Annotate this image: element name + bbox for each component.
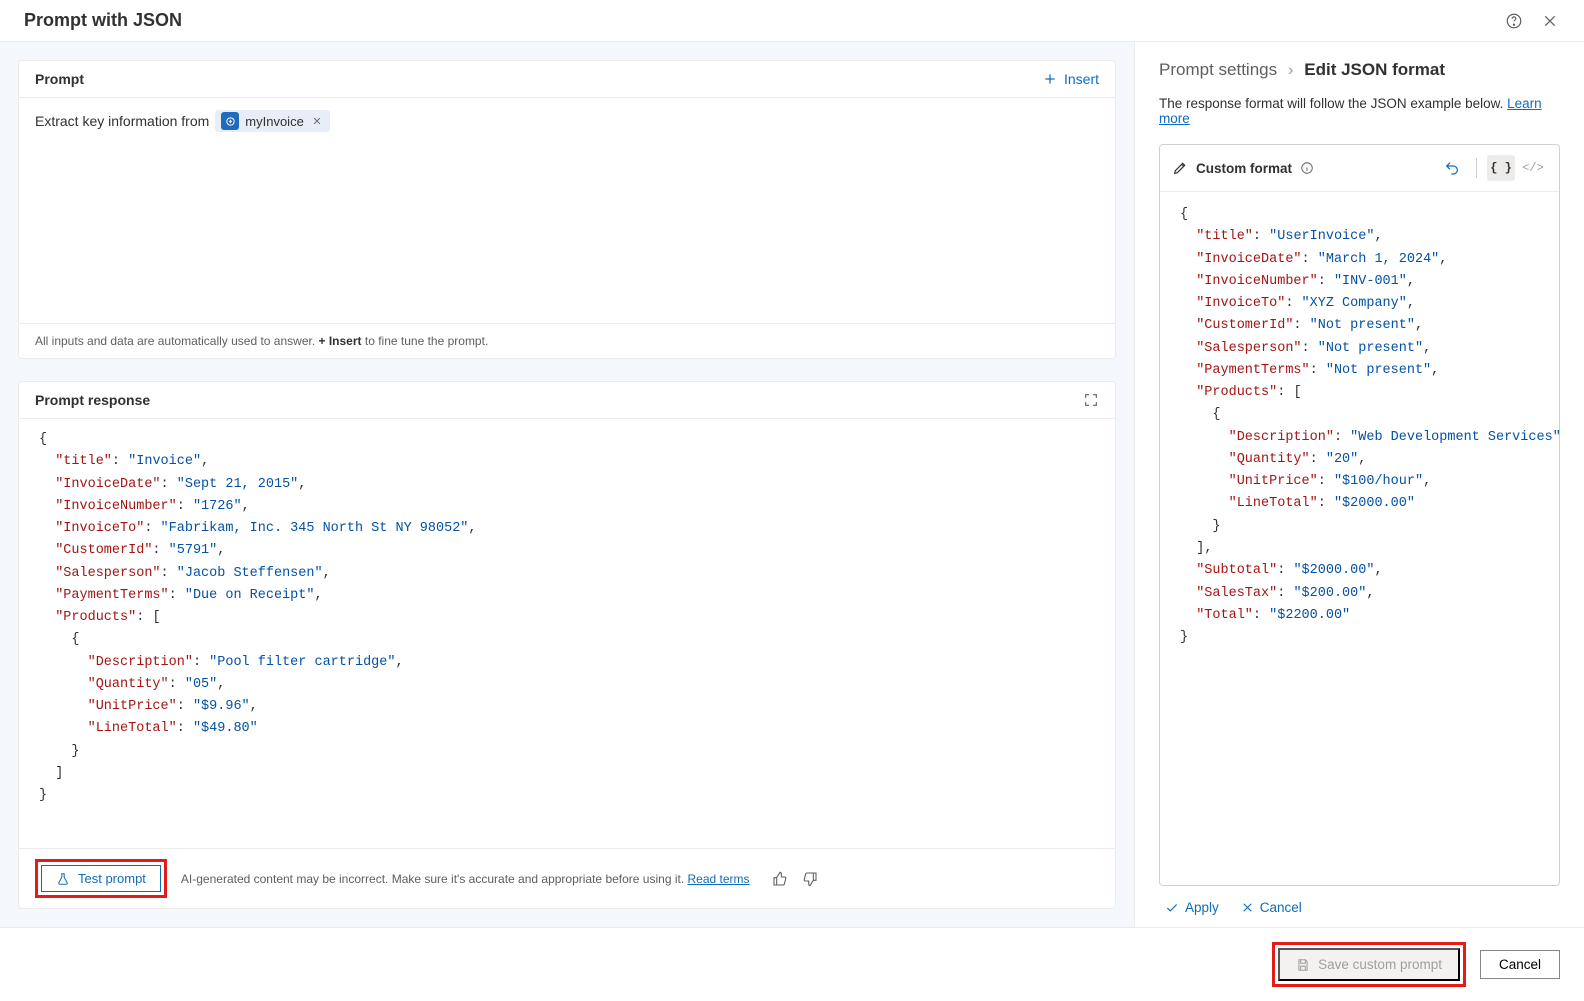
test-prompt-button[interactable]: Test prompt bbox=[41, 865, 161, 892]
page-header: Prompt with JSON bbox=[0, 0, 1584, 42]
plus-icon bbox=[1042, 71, 1058, 87]
save-custom-prompt-button[interactable]: Save custom prompt bbox=[1278, 948, 1460, 981]
document-icon bbox=[221, 112, 239, 130]
bottom-bar: Save custom prompt Cancel bbox=[0, 927, 1584, 1001]
response-json: { "title": "Invoice", "InvoiceDate": "Se… bbox=[19, 425, 1115, 812]
save-button-highlight: Save custom prompt bbox=[1272, 942, 1466, 987]
insert-button[interactable]: Insert bbox=[1042, 71, 1099, 87]
prompt-hint: All inputs and data are automatically us… bbox=[19, 323, 1115, 358]
close-icon[interactable] bbox=[1540, 11, 1560, 31]
response-card: Prompt response { "title": "Invoice", "I… bbox=[18, 381, 1116, 909]
undo-icon[interactable] bbox=[1438, 155, 1466, 181]
cancel-button[interactable]: Cancel bbox=[1480, 950, 1560, 979]
save-icon bbox=[1296, 958, 1310, 972]
settings-description: The response format will follow the JSON… bbox=[1159, 96, 1560, 126]
x-icon bbox=[1241, 901, 1254, 914]
page-title: Prompt with JSON bbox=[24, 10, 182, 31]
format-card: Custom format { } </> { bbox=[1159, 144, 1560, 886]
code-view-icon[interactable]: </> bbox=[1519, 155, 1547, 181]
check-icon bbox=[1165, 901, 1179, 915]
pencil-icon bbox=[1172, 160, 1188, 176]
flask-icon bbox=[56, 872, 70, 886]
read-terms-link[interactable]: Read terms bbox=[688, 872, 750, 886]
test-button-highlight: Test prompt bbox=[35, 859, 167, 898]
input-chip[interactable]: myInvoice bbox=[215, 110, 330, 132]
apply-button[interactable]: Apply bbox=[1165, 900, 1219, 915]
thumbs-down-icon[interactable] bbox=[800, 869, 820, 889]
chip-remove-icon[interactable] bbox=[310, 116, 324, 126]
format-json[interactable]: { "title": "UserInvoice", "InvoiceDate":… bbox=[1160, 200, 1559, 653]
thumbs-up-icon[interactable] bbox=[770, 869, 790, 889]
prompt-card: Prompt Insert Extract key information fr… bbox=[18, 60, 1116, 359]
ai-disclaimer: AI-generated content may be incorrect. M… bbox=[181, 872, 750, 886]
settings-panel: Prompt settings › Edit JSON format The r… bbox=[1134, 42, 1584, 927]
breadcrumb: Prompt settings › Edit JSON format bbox=[1159, 60, 1560, 80]
prompt-text[interactable]: Extract key information from myInvoice bbox=[35, 110, 1099, 132]
prompt-section-label: Prompt bbox=[35, 71, 84, 87]
expand-icon[interactable] bbox=[1083, 392, 1099, 408]
cancel-settings-button[interactable]: Cancel bbox=[1241, 900, 1302, 915]
response-section-label: Prompt response bbox=[35, 392, 150, 408]
help-icon[interactable] bbox=[1504, 11, 1524, 31]
info-icon[interactable] bbox=[1300, 161, 1314, 175]
json-view-icon[interactable]: { } bbox=[1487, 155, 1515, 181]
